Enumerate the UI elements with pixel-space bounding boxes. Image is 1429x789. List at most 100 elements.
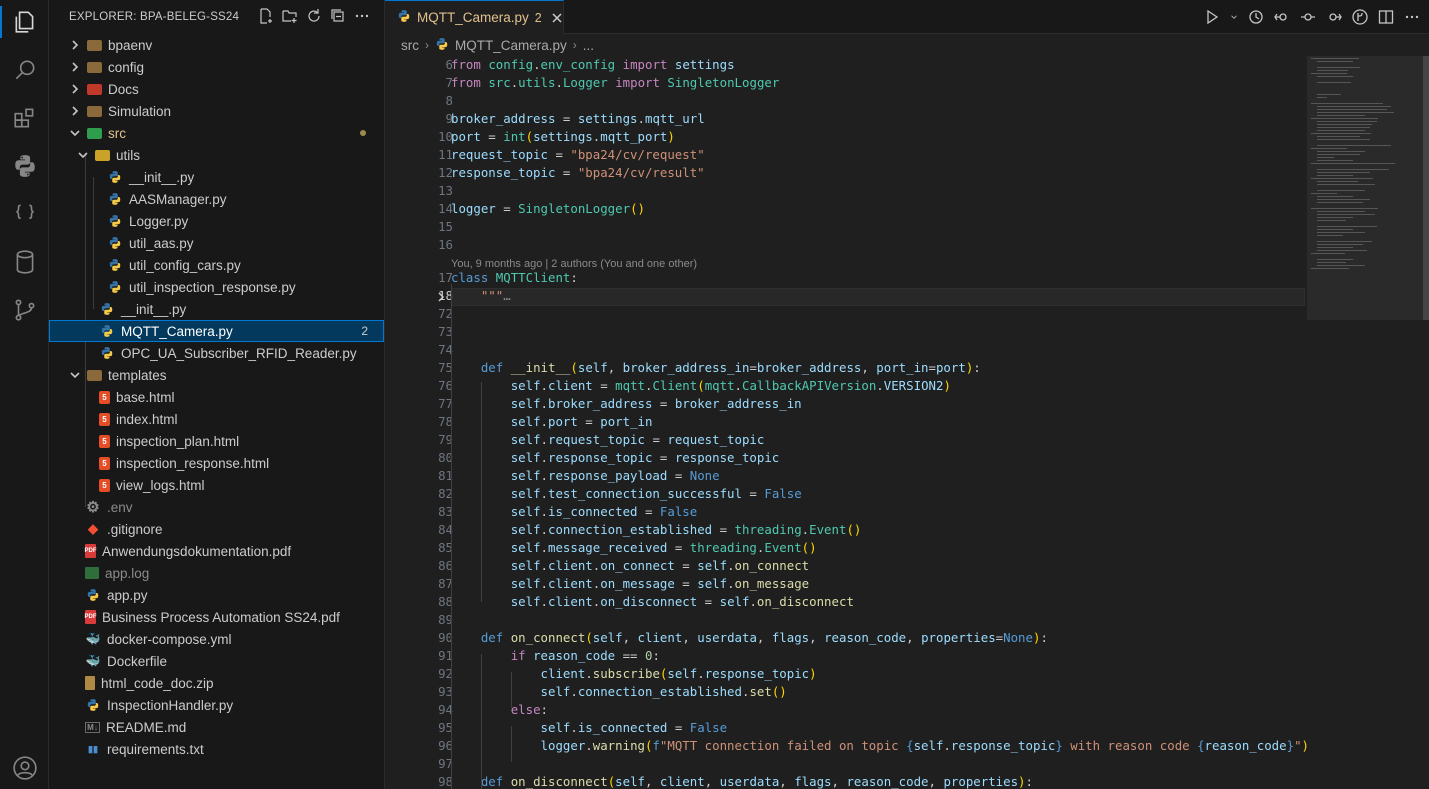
- explorer-icon[interactable]: [0, 2, 49, 42]
- vertical-scrollbar[interactable]: [1423, 56, 1429, 320]
- code-line[interactable]: self.client = mqtt.Client(mqtt.CallbackA…: [451, 378, 951, 393]
- next-change-icon[interactable]: [1325, 8, 1343, 26]
- code-line[interactable]: broker_address = settings.mqtt_url: [451, 111, 705, 126]
- code-line[interactable]: self.connection_established.set(): [451, 684, 787, 699]
- previous-change-icon[interactable]: [1273, 8, 1291, 26]
- git-graph-icon[interactable]: [1351, 8, 1369, 26]
- folder-item[interactable]: src: [49, 122, 384, 144]
- file-item[interactable]: ◆ .gitignore: [49, 518, 384, 540]
- code-line[interactable]: self.is_connected = False: [451, 504, 698, 519]
- source-control-icon[interactable]: [0, 290, 49, 330]
- code-line[interactable]: self.broker_address = broker_address_in: [451, 396, 802, 411]
- file-item[interactable]: 5 view_logs.html: [49, 474, 384, 496]
- more-actions-icon[interactable]: [1403, 8, 1421, 26]
- commit-icon[interactable]: [1299, 8, 1317, 26]
- folder-item[interactable]: bpaenv: [49, 34, 384, 56]
- folder-item[interactable]: Docs: [49, 78, 384, 100]
- file-item[interactable]: 5 index.html: [49, 408, 384, 430]
- code-line[interactable]: client.subscribe(self.response_topic): [451, 666, 817, 681]
- breadcrumb-file[interactable]: MQTT_Camera.py: [455, 38, 567, 53]
- code-area[interactable]: 6 from config.env_config import settings 7…: [385, 56, 1307, 789]
- folder-item[interactable]: utils: [49, 144, 384, 166]
- minimap-slider[interactable]: [1307, 56, 1429, 320]
- code-line[interactable]: self.response_topic = response_topic: [451, 450, 780, 465]
- file-item[interactable]: app.py: [49, 584, 384, 606]
- minimap[interactable]: [1307, 56, 1429, 789]
- file-item[interactable]: InspectionHandler.py: [49, 694, 384, 716]
- file-item[interactable]: PDF Business Process Automation SS24.pdf: [49, 606, 384, 628]
- chevron-right-icon[interactable]: [69, 105, 81, 117]
- chevron-down-icon[interactable]: [69, 369, 81, 381]
- code-line[interactable]: logger = SingletonLogger(): [451, 201, 645, 216]
- run-icon[interactable]: [1203, 8, 1221, 26]
- code-line[interactable]: port = int(settings.mqtt_port): [451, 129, 675, 144]
- file-item[interactable]: AASManager.py: [49, 188, 384, 210]
- code-line[interactable]: from src.utils.Logger import SingletonLo…: [451, 75, 779, 90]
- code-line[interactable]: self.request_topic = request_topic: [451, 432, 765, 447]
- chevron-down-icon[interactable]: [1229, 8, 1239, 26]
- code-line[interactable]: self.client.on_disconnect = self.on_disc…: [451, 594, 854, 609]
- file-item[interactable]: 🐳 Dockerfile: [49, 650, 384, 672]
- code-line[interactable]: if reason_code == 0:: [451, 648, 660, 663]
- database-icon[interactable]: [0, 242, 49, 282]
- code-line[interactable]: self.message_received = threading.Event(…: [451, 540, 817, 555]
- file-item[interactable]: util_inspection_response.py: [49, 276, 384, 298]
- code-line[interactable]: else:: [451, 702, 548, 717]
- split-editor-icon[interactable]: [1377, 8, 1395, 26]
- chevron-down-icon[interactable]: [77, 149, 89, 161]
- file-item[interactable]: 🐳 docker-compose.yml: [49, 628, 384, 650]
- refresh-icon[interactable]: [306, 8, 322, 24]
- search-icon[interactable]: [0, 50, 49, 90]
- file-item[interactable]: 5 base.html: [49, 386, 384, 408]
- file-item[interactable]: 5 inspection_plan.html: [49, 430, 384, 452]
- code-line[interactable]: def on_connect(self, client, userdata, f…: [451, 630, 1048, 645]
- file-item[interactable]: __init__.py: [49, 166, 384, 188]
- file-item[interactable]: Logger.py: [49, 210, 384, 232]
- file-item[interactable]: ⚙ .env: [49, 496, 384, 518]
- folder-item[interactable]: Simulation: [49, 100, 384, 122]
- code-line[interactable]: request_topic = "bpa24/cv/request": [451, 147, 705, 162]
- json-icon[interactable]: [0, 194, 49, 234]
- code-line[interactable]: response_topic = "bpa24/cv/result": [451, 165, 705, 180]
- collapse-all-icon[interactable]: [330, 8, 346, 24]
- breadcrumb-more[interactable]: ...: [583, 38, 594, 53]
- file-item[interactable]: ▮▮ requirements.txt: [49, 738, 384, 760]
- code-line[interactable]: self.client.on_connect = self.on_connect: [451, 558, 809, 573]
- folder-item[interactable]: templates: [49, 364, 384, 386]
- chevron-right-icon[interactable]: [69, 39, 81, 51]
- file-item[interactable]: util_aas.py: [49, 232, 384, 254]
- account-icon[interactable]: [0, 748, 49, 788]
- more-actions-icon[interactable]: [354, 8, 370, 24]
- close-icon[interactable]: [552, 10, 563, 26]
- code-line[interactable]: self.is_connected = False: [451, 720, 728, 735]
- chevron-down-icon[interactable]: [69, 127, 81, 139]
- file-item[interactable]: app.log: [49, 562, 384, 584]
- code-line[interactable]: self.connection_established = threading.…: [451, 522, 862, 537]
- code-line[interactable]: self.response_payload = None: [451, 468, 720, 483]
- new-file-icon[interactable]: [258, 8, 274, 24]
- code-line[interactable]: def on_disconnect(self, client, userdata…: [451, 774, 1033, 789]
- code-line[interactable]: logger.warning(f"MQTT connection failed …: [451, 738, 1307, 753]
- extensions-icon[interactable]: [0, 98, 49, 138]
- file-item[interactable]: util_config_cars.py: [49, 254, 384, 276]
- file-item[interactable]: MQTT_Camera.py 2: [49, 320, 384, 342]
- file-item[interactable]: html_code_doc.zip: [49, 672, 384, 694]
- file-item[interactable]: PDF Anwendungsdokumentation.pdf: [49, 540, 384, 562]
- chevron-right-icon[interactable]: [69, 61, 81, 73]
- file-item[interactable]: __init__.py: [49, 298, 384, 320]
- code-line[interactable]: """…: [451, 288, 511, 303]
- tab-mqtt-camera[interactable]: MQTT_Camera.py 2: [385, 0, 564, 34]
- breadcrumb-folder[interactable]: src: [401, 38, 419, 53]
- code-line[interactable]: from config.env_config import settings: [451, 57, 735, 72]
- file-item[interactable]: 5 inspection_response.html: [49, 452, 384, 474]
- git-blame-annotation[interactable]: You, 9 months ago | 2 authors (You and o…: [451, 258, 697, 270]
- code-line[interactable]: class MQTTClient:: [451, 270, 578, 285]
- file-item[interactable]: OPC_UA_Subscriber_RFID_Reader.py: [49, 342, 384, 364]
- chevron-right-icon[interactable]: [69, 83, 81, 95]
- code-line[interactable]: def __init__(self, broker_address_in=bro…: [451, 360, 981, 375]
- timeline-icon[interactable]: [1247, 8, 1265, 26]
- new-folder-icon[interactable]: [282, 8, 298, 24]
- code-line[interactable]: self.test_connection_successful = False: [451, 486, 802, 501]
- python-icon[interactable]: [0, 146, 49, 186]
- file-item[interactable]: M↓ README.md: [49, 716, 384, 738]
